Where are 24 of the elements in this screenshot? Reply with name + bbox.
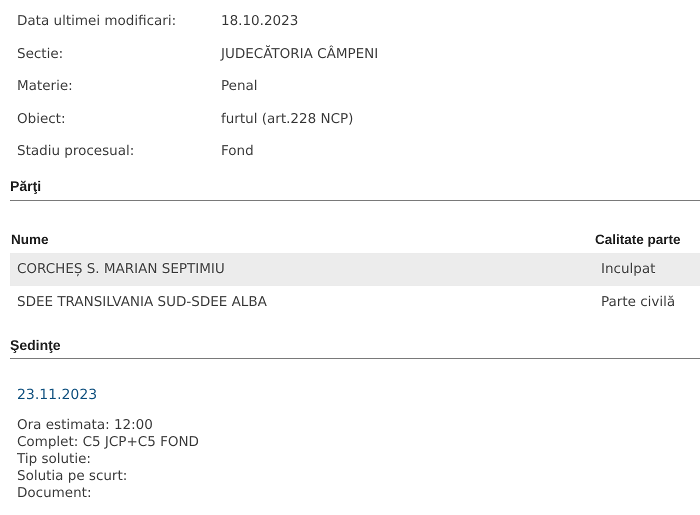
field-value: Penal <box>221 78 258 94</box>
session-detail: Complet: C5 JCP+C5 FOND <box>17 434 200 451</box>
session-detail: Tip solutie: <box>17 450 92 468</box>
table-cell: Inculpat <box>601 261 656 277</box>
field-value: furtul (art.228 NCP) <box>221 110 354 127</box>
field-label: Materie: <box>17 78 74 94</box>
column-header: Nume <box>11 232 50 247</box>
field-label: Stadiu procesual: <box>17 143 136 160</box>
table-cell-text: SDEE TRANSILVANIA SUD-SDEE ALBA <box>17 294 268 310</box>
field-label: Obiect: <box>17 110 67 127</box>
table-cell-text: CORCHEȘ S. MARIAN SEPTIMIU <box>17 261 226 277</box>
session-detail: Ora estimata: 12:00 <box>17 416 154 434</box>
field-value: Fond <box>221 143 254 160</box>
column-header: Calitate parte <box>595 232 681 247</box>
section-heading: Şedinţe <box>10 336 700 358</box>
table-cell: Parte civilă <box>601 294 676 310</box>
field-label: Sectie: <box>17 46 64 62</box>
session-detail: Solutia pe scurt: <box>17 468 128 486</box>
section-heading: Părţi <box>10 178 700 200</box>
session-detail: Document: <box>17 485 92 503</box>
field-value: JUDECĂTORIA CÂMPENI <box>221 46 378 62</box>
field-value: 18.10.2023 <box>221 13 298 30</box>
session-date: 23.11.2023 <box>17 386 98 402</box>
field-label: Data ultimei modificari: <box>17 13 178 30</box>
